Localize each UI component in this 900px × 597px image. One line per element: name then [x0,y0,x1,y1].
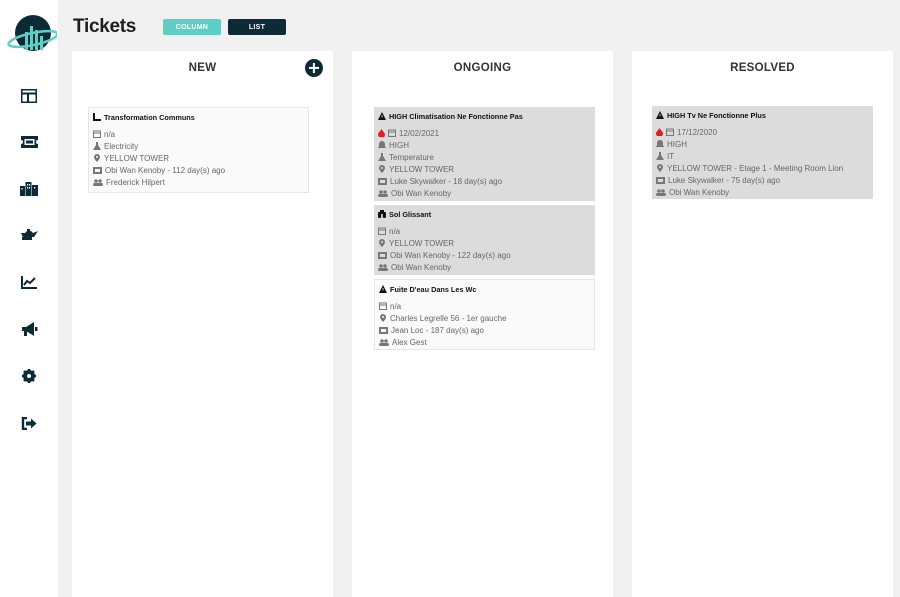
warning-icon [379,285,387,293]
ticket-date: n/a [104,129,116,139]
calendar-icon [378,227,386,235]
list-view-button[interactable]: LIST [228,19,286,35]
binoculars-icon [378,210,386,218]
map-marker-icon [94,154,100,162]
ticket-date: n/a [389,226,401,236]
ticket-assignee: Alex Gest [392,337,427,347]
add-ticket-button[interactable] [305,59,323,77]
sign-out-icon [21,416,37,430]
flask-icon [378,153,386,161]
ticket-icon [379,326,388,334]
ticket-title: HIGH Tv Ne Fonctionne Plus [667,110,766,120]
ticket-card[interactable]: HIGH Climatisation Ne Fonctionne Pas 12/… [374,107,595,201]
column-new: NEW Transformation Communs n/a Electrici… [72,51,333,597]
map-marker-icon [379,239,385,247]
urgent-drop-icon [656,128,663,136]
ticket-priority: HIGH [667,139,687,149]
ticket-card[interactable]: Sol Glissant n/a YELLOW TOWER Obi Wan Ke… [374,205,595,275]
ticket-icon [378,251,387,259]
ticket-card[interactable]: Fuite D'eau Dans Les Wc n/a Charles Legr… [374,279,595,350]
ticket-category: Temperature [389,152,434,162]
ticket-reporter: Jean Loc - 187 day(s) ago [391,325,484,335]
bell-icon [378,141,386,148]
nav-dashboard[interactable] [18,86,40,106]
flask-icon [93,142,101,150]
chart-line-icon [21,275,37,289]
calendar-icon [93,130,101,138]
gear-icon [22,369,36,383]
ticket-assignee: Obi Wan Kenoby [391,188,452,198]
buildings-icon [20,182,38,196]
ticket-priority: HIGH [389,140,409,150]
ticket-location: YELLOW TOWER [389,238,455,248]
ticket-card[interactable]: Transformation Communs n/a Electricity Y… [88,107,309,193]
column-ongoing: ONGOING HIGH Climatisation Ne Fonctionne… [352,51,613,597]
ticket-title: Sol Glissant [389,209,432,219]
ticket-title: HIGH Climatisation Ne Fonctionne Pas [389,111,523,121]
bell-icon [656,140,664,147]
ticket-date: 12/02/2021 [399,128,440,138]
megaphone-icon [21,321,37,336]
nav-analytics[interactable] [18,272,40,292]
map-marker-icon [657,164,663,172]
users-icon [378,263,388,271]
ticket-icon [656,176,665,184]
ticket-location: YELLOW TOWER [389,164,455,174]
ticket-icon [20,136,38,148]
ticket-reporter: Luke Skywalker - 75 day(s) ago [668,175,781,185]
ticket-location: Charles Legrelle 56 - 1er gauche [390,313,507,323]
ticket-location: YELLOW TOWER - Etage 1 - Meeting Room Li… [667,163,844,173]
calendar-icon [379,302,387,310]
nav-buildings[interactable] [18,179,40,199]
column-title: RESOLVED [730,62,795,74]
page-title: Tickets [73,16,137,37]
ticket-date: 17/12/2020 [677,127,718,137]
calendar-icon [666,128,674,136]
ticket-location: YELLOW TOWER [104,153,170,163]
nav-announcements[interactable] [18,319,40,339]
category-icon [93,113,101,121]
sidebar [0,0,58,597]
map-marker-icon [379,165,385,173]
ticket-reporter: Obi Wan Kenoby - 122 day(s) ago [390,250,511,260]
column-title: ONGOING [453,62,512,74]
ticket-category: Electricity [104,141,139,151]
ticket-category: IT [667,151,675,161]
calendar-icon [388,129,396,137]
users-icon [656,188,666,196]
map-marker-icon [380,314,386,322]
users-icon [379,338,389,346]
nav-settings[interactable] [18,366,40,386]
ticket-card[interactable]: HIGH Tv Ne Fonctionne Plus 17/12/2020 HI… [652,106,873,199]
ticket-reporter: Luke Skywalker - 18 day(s) ago [390,176,503,186]
users-icon [93,178,103,186]
nav-maintenance[interactable] [18,225,40,245]
warning-icon [378,112,386,120]
ticket-assignee: Frederick Hilpert [106,177,165,187]
oil-can-icon [21,229,38,240]
logo[interactable] [5,12,57,56]
ticket-reporter: Obi Wan Kenoby - 112 day(s) ago [105,165,226,175]
column-title: NEW [188,62,217,74]
flask-icon [656,152,664,160]
column-view-button[interactable]: COLUMN [163,19,221,35]
nav-tickets[interactable] [18,132,40,152]
ticket-assignee: Obi Wan Kenoby [391,262,452,272]
ticket-icon [378,177,387,185]
nav-logout[interactable] [18,413,40,433]
ticket-date: n/a [390,301,402,311]
users-icon [378,189,388,197]
warning-icon [656,111,664,119]
urgent-drop-icon [378,129,385,137]
ticket-icon [93,166,102,174]
dashboard-icon [21,89,37,103]
ticket-title: Transformation Communs [104,112,195,122]
column-resolved: RESOLVED HIGH Tv Ne Fonctionne Plus 17/1… [632,51,893,597]
ticket-assignee: Obi Wan Kenoby [669,187,730,197]
ticket-title: Fuite D'eau Dans Les Wc [390,284,477,294]
